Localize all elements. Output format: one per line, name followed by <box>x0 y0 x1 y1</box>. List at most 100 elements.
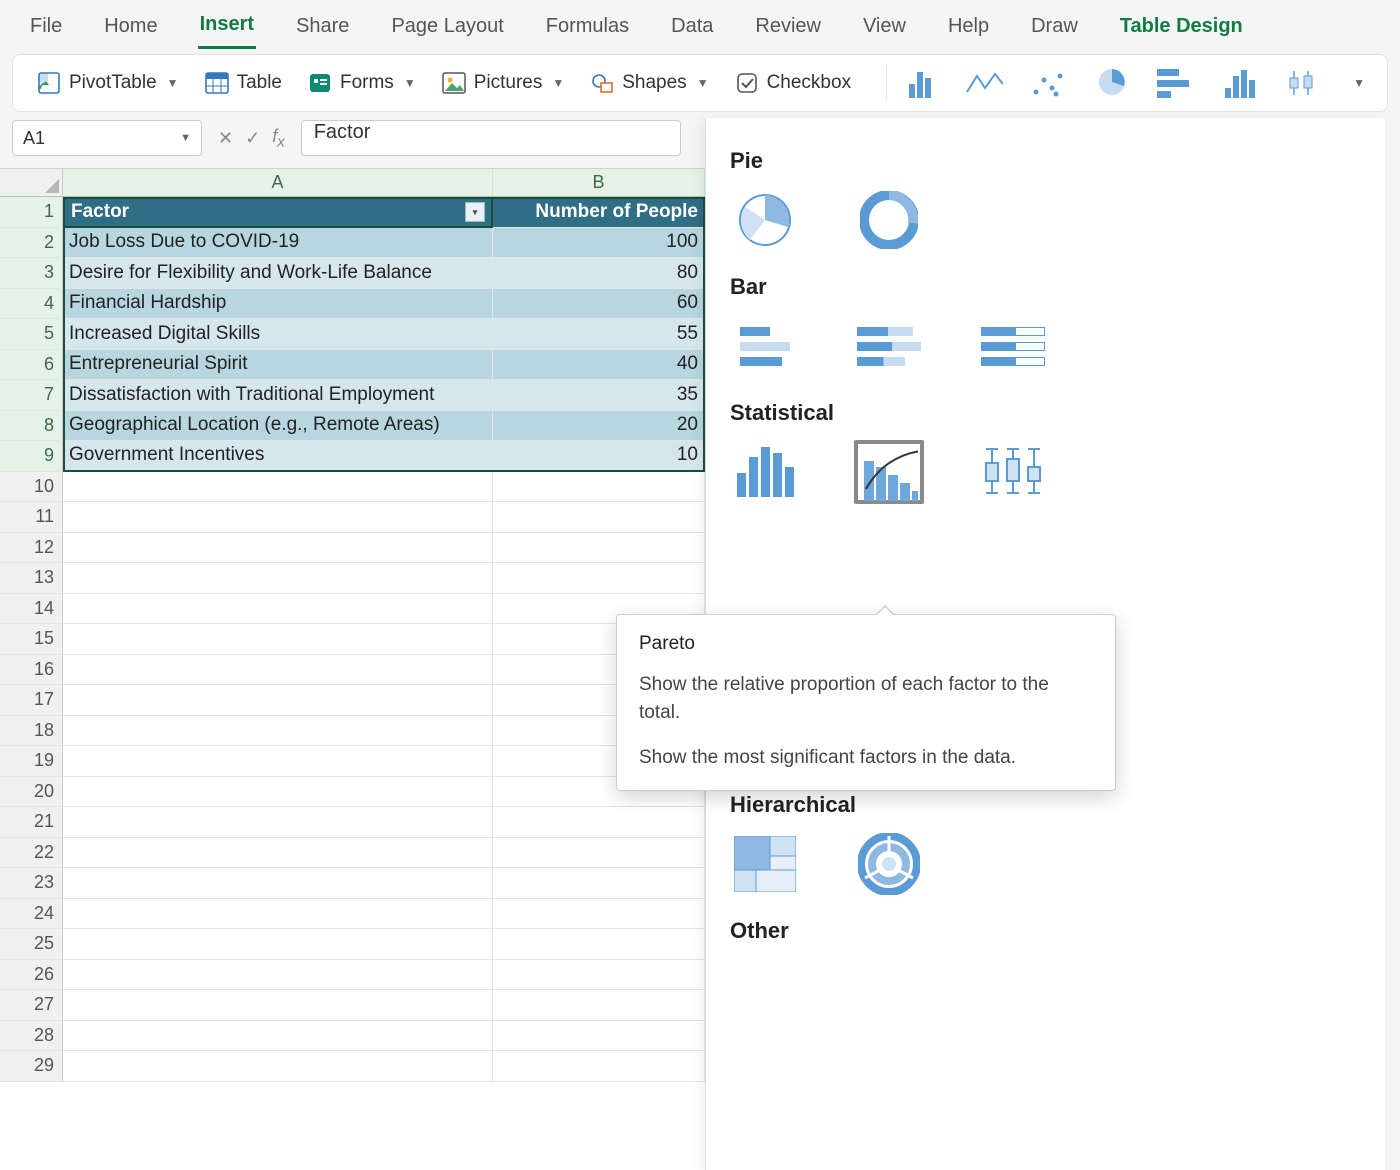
row-header[interactable]: 13 <box>0 563 63 594</box>
row-header[interactable]: 15 <box>0 624 63 655</box>
empty-cell[interactable] <box>493 1051 705 1082</box>
row-header[interactable]: 20 <box>0 777 63 808</box>
chart-line-icon[interactable] <box>965 68 1003 98</box>
cancel-icon[interactable]: ✕ <box>218 128 233 149</box>
empty-cell[interactable] <box>63 594 493 625</box>
row-header[interactable]: 11 <box>0 502 63 533</box>
empty-cell[interactable] <box>493 563 705 594</box>
row-header[interactable]: 4 <box>0 289 63 320</box>
empty-cell[interactable] <box>63 502 493 533</box>
empty-cell[interactable] <box>493 1021 705 1052</box>
empty-cell[interactable] <box>63 960 493 991</box>
empty-cell[interactable] <box>493 899 705 930</box>
row-header[interactable]: 5 <box>0 319 63 350</box>
column-header-A[interactable]: A <box>63 169 493 196</box>
empty-cell[interactable] <box>63 899 493 930</box>
row-header[interactable]: 22 <box>0 838 63 869</box>
chart-treemap[interactable] <box>730 832 800 896</box>
empty-cell[interactable] <box>63 685 493 716</box>
empty-cell[interactable] <box>63 716 493 747</box>
table-header-cell[interactable]: Factor▾ <box>63 197 493 228</box>
empty-cell[interactable] <box>63 777 493 808</box>
table-cell[interactable]: 10 <box>493 441 705 472</box>
empty-cell[interactable] <box>63 990 493 1021</box>
row-header[interactable]: 23 <box>0 868 63 899</box>
empty-cell[interactable] <box>63 472 493 503</box>
tab-view[interactable]: View <box>861 9 908 48</box>
row-header[interactable]: 17 <box>0 685 63 716</box>
pivot-table-button[interactable]: PivotTable ▼ <box>31 67 185 99</box>
chart-bar-stacked[interactable] <box>854 314 924 378</box>
row-header[interactable]: 12 <box>0 533 63 564</box>
table-cell[interactable]: Dissatisfaction with Traditional Employm… <box>63 380 493 411</box>
table-cell[interactable]: 80 <box>493 258 705 289</box>
name-box[interactable]: A1 ▼ <box>12 120 202 156</box>
formula-input[interactable]: Factor <box>301 120 681 156</box>
tab-table-design[interactable]: Table Design <box>1118 9 1245 48</box>
empty-cell[interactable] <box>493 868 705 899</box>
row-header[interactable]: 7 <box>0 380 63 411</box>
table-cell[interactable]: Desire for Flexibility and Work-Life Bal… <box>63 258 493 289</box>
row-header[interactable]: 25 <box>0 929 63 960</box>
chart-pie-icon[interactable] <box>1093 68 1131 98</box>
row-header[interactable]: 14 <box>0 594 63 625</box>
chart-bar-100stacked[interactable] <box>978 314 1048 378</box>
tab-page-layout[interactable]: Page Layout <box>389 9 505 48</box>
chart-pareto[interactable] <box>854 440 924 504</box>
empty-cell[interactable] <box>493 533 705 564</box>
row-header[interactable]: 19 <box>0 746 63 777</box>
row-header[interactable]: 28 <box>0 1021 63 1052</box>
empty-cell[interactable] <box>493 807 705 838</box>
tab-formulas[interactable]: Formulas <box>544 9 631 48</box>
table-cell[interactable]: Job Loss Due to COVID-19 <box>63 228 493 259</box>
row-header[interactable]: 1 <box>0 197 63 228</box>
tab-insert[interactable]: Insert <box>198 7 256 49</box>
shapes-button[interactable]: Shapes ▼ <box>584 67 714 99</box>
chart-boxwhisker-icon[interactable] <box>1285 68 1323 98</box>
row-header[interactable]: 24 <box>0 899 63 930</box>
enter-icon[interactable]: ✓ <box>245 128 260 149</box>
table-cell[interactable]: Government Incentives <box>63 441 493 472</box>
filter-icon[interactable]: ▾ <box>465 202 485 222</box>
row-header[interactable]: 26 <box>0 960 63 991</box>
table-header-cell[interactable]: Number of People <box>493 197 705 228</box>
tab-data[interactable]: Data <box>669 9 715 48</box>
table-button[interactable]: Table <box>199 67 288 99</box>
empty-cell[interactable] <box>493 502 705 533</box>
row-header[interactable]: 27 <box>0 990 63 1021</box>
empty-cell[interactable] <box>63 746 493 777</box>
empty-cell[interactable] <box>493 929 705 960</box>
empty-cell[interactable] <box>63 563 493 594</box>
chart-bar-icon[interactable] <box>1157 68 1195 98</box>
row-header[interactable]: 3 <box>0 258 63 289</box>
chart-pie-2d[interactable] <box>730 188 800 252</box>
tab-file[interactable]: File <box>28 9 64 48</box>
row-header[interactable]: 29 <box>0 1051 63 1082</box>
pictures-button[interactable]: Pictures ▼ <box>436 67 571 99</box>
empty-cell[interactable] <box>493 990 705 1021</box>
row-header[interactable]: 16 <box>0 655 63 686</box>
chart-column-icon[interactable] <box>901 68 939 98</box>
empty-cell[interactable] <box>493 472 705 503</box>
table-cell[interactable]: Entrepreneurial Spirit <box>63 350 493 381</box>
table-cell[interactable]: 100 <box>493 228 705 259</box>
chart-scatter-icon[interactable] <box>1029 68 1067 98</box>
empty-cell[interactable] <box>493 960 705 991</box>
tab-draw[interactable]: Draw <box>1029 9 1080 48</box>
chart-sunburst[interactable] <box>854 832 924 896</box>
chart-bar-clustered[interactable] <box>730 314 800 378</box>
tab-home[interactable]: Home <box>102 9 159 48</box>
table-cell[interactable]: 55 <box>493 319 705 350</box>
chart-box-whisker[interactable] <box>978 440 1048 504</box>
table-cell[interactable]: 40 <box>493 350 705 381</box>
forms-button[interactable]: Forms ▼ <box>302 67 422 99</box>
worksheet-grid[interactable]: A B 1 Factor▾ Number of People 2 Job Los… <box>0 168 705 1170</box>
table-cell[interactable]: Geographical Location (e.g., Remote Area… <box>63 411 493 442</box>
table-cell[interactable]: Financial Hardship <box>63 289 493 320</box>
fx-icon[interactable]: fx <box>272 126 285 151</box>
empty-cell[interactable] <box>63 1051 493 1082</box>
column-header-B[interactable]: B <box>493 169 705 196</box>
tab-share[interactable]: Share <box>294 9 351 48</box>
empty-cell[interactable] <box>63 838 493 869</box>
tab-help[interactable]: Help <box>946 9 991 48</box>
